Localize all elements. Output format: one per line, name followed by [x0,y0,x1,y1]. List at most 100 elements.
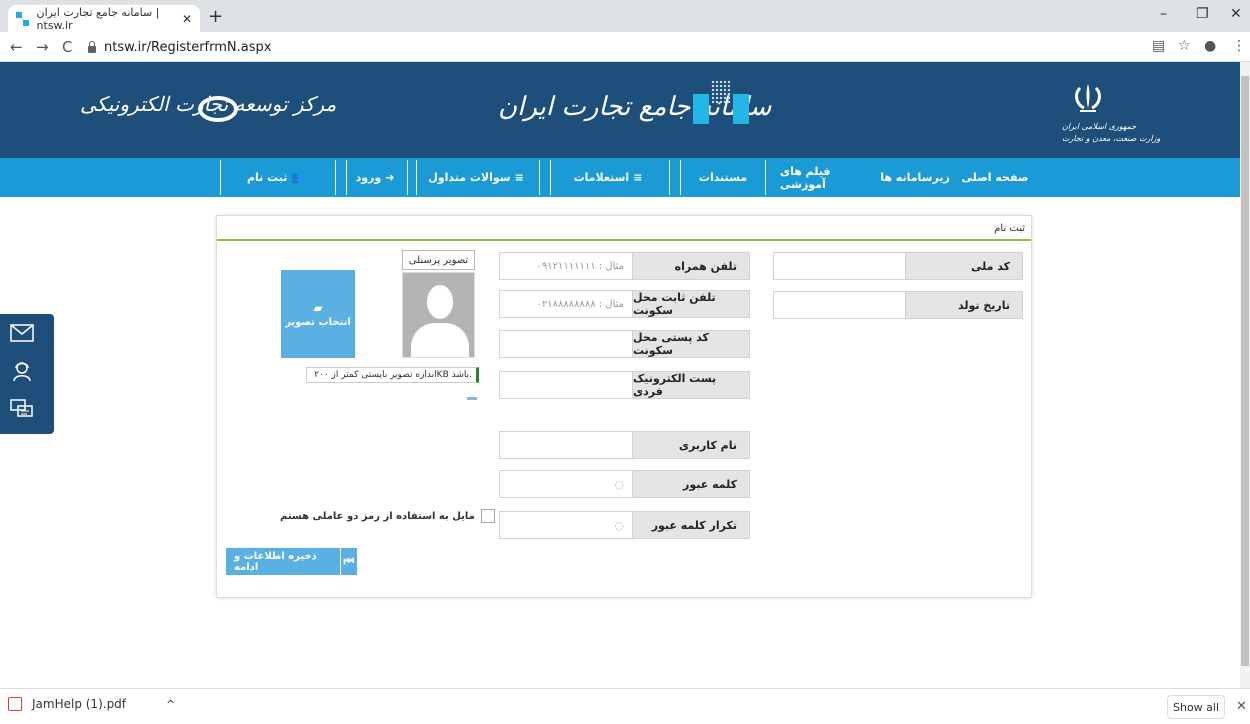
download-filename: JamHelp (1).pdf [32,697,127,711]
nav-subsystems[interactable]: زیرسامانه ها [880,158,950,197]
postal-code-field: کد پستی محل سکونت [499,330,750,358]
password-repeat-input[interactable]: ◌ [499,511,632,539]
save-and-continue-button[interactable]: ذخیره اطلاعات و ادامه ⏮ [226,548,357,575]
password-field: ◌ کلمه عبور [499,470,750,498]
chevron-up-icon[interactable]: ^ [166,698,175,711]
landline-field: مثال : ۰۲۱۸۸۸۸۸۸۸۸ تلفن ثابت محل سکونت [499,290,750,318]
page-scrollbar[interactable] [1240,62,1250,688]
username-input[interactable] [499,431,632,459]
nav-login-label: ورود [355,171,382,184]
browser-tabbar: سامانه جامع تجارت ایران | ntsw.ir ✕ + – … [0,0,1250,32]
eye-slash-icon[interactable]: ◌ [614,478,624,491]
postal-code-label: کد پستی محل سکونت [632,330,750,358]
birth-date-input[interactable] [773,291,905,319]
email-label: پست الکترونیک فردی [632,371,750,399]
show-all-button[interactable]: Show all [1167,695,1225,719]
address-bar: ← → C ntsw.ir/RegisterfrmN.aspx ▤ ☆ ● ⋮ [0,32,1250,62]
eye-slash-icon[interactable]: ◌ [614,519,624,532]
upload-progress-indicator [467,397,477,400]
step-backward-icon: ⏮ [339,548,357,575]
iran-emblem-icon [1075,84,1101,112]
main-nav: صفحه اصلی زیرسامانه ها فیلم های آموزشی م… [0,158,1240,197]
choose-photo-button[interactable]: ▰ انتخاب تصویر [281,270,355,358]
menu-icon[interactable]: ⋮ [1232,38,1246,54]
email-field: پست الکترونیک فردی [499,371,750,399]
landline-input[interactable]: مثال : ۰۲۱۸۸۸۸۸۸۸۸ [499,290,632,318]
emblem-caption-2: وزارت صنعت، معدن و تجارت [1062,134,1161,143]
tab-title: سامانه جامع تجارت ایران | ntsw.ir [36,5,160,32]
password-input[interactable]: ◌ [499,470,632,498]
postal-code-input[interactable] [499,330,632,358]
emblem-caption-1: جمهوری اسلامی ایران [1062,122,1137,131]
birth-date-label: تاریخ تولد [905,291,1023,319]
nav-subsystems-label: زیرسامانه ها [880,171,950,184]
window-close-button[interactable]: ✕ [1230,6,1242,22]
landline-label: تلفن ثابت محل سکونت [632,290,750,318]
support-agent-icon[interactable] [10,360,34,382]
folder-open-icon: ▰ [313,300,323,315]
password-repeat-field: ◌ تکرار کلمه عبور [499,511,750,539]
browser-tab[interactable]: سامانه جامع تجارت ایران | ntsw.ir ✕ [8,5,200,32]
ntsw-logo-icon [693,80,753,130]
url-text: ntsw.ir/RegisterfrmN.aspx [104,39,272,55]
choose-photo-label: انتخاب تصویر [285,316,351,328]
scrollbar-thumb[interactable] [1241,76,1249,666]
site-favicon-icon [16,11,29,26]
nav-inquiries[interactable]: استعلامات ≡ [550,160,670,195]
birth-date-field: تاریخ تولد [773,291,1023,319]
national-code-input[interactable] [773,252,905,280]
two-factor-option: مایل به استفاده از رمز دو عاملی هستم [280,509,495,523]
support-side-panel [0,314,54,434]
url-field[interactable]: ntsw.ir/RegisterfrmN.aspx [88,36,271,58]
mobile-field: مثال : ۰۹۱۲۱۱۱۱۱۱۱ تلفن همراه [499,252,750,280]
sign-in-icon: ➜ [385,171,395,184]
nav-documents-label: مستندات [698,171,748,184]
two-factor-label: مایل به استفاده از رمز دو عاملی هستم [280,510,475,522]
user-plus-icon: 👥 [291,171,306,184]
photo-size-note: اندازه تصویر بایستی کمتر از ۲۰۰KB باشد. [306,367,479,383]
mobile-input[interactable]: مثال : ۰۹۱۲۱۱۱۱۱۱۱ [499,252,632,280]
translate-icon[interactable]: ▤ [1152,38,1165,54]
photo-label: تصویر پرسنلی [402,250,475,270]
nav-training-films[interactable]: فیلم های آموزشی [780,158,870,197]
mail-icon[interactable] [10,322,34,344]
download-bar-close-icon[interactable]: ✕ [1236,699,1247,714]
panel-title: ثبت نام [217,216,1031,241]
restore-button[interactable]: ❐ [1196,6,1209,22]
pdf-file-icon [8,697,22,711]
national-code-label: کد ملی [905,252,1023,280]
minimize-button[interactable]: – [1160,6,1167,22]
profile-icon[interactable]: ● [1204,38,1216,54]
nav-documents[interactable]: مستندات [680,160,766,195]
email-input[interactable] [499,371,632,399]
avatar-placeholder [402,272,475,358]
tab-close-icon[interactable]: ✕ [182,12,192,26]
download-item[interactable]: JamHelp (1).pdf ^ [8,697,175,711]
new-tab-button[interactable]: + [208,6,223,27]
nav-faq[interactable]: سوالات متداول ≡ [416,160,540,195]
nav-register[interactable]: ثبت نام 👥 [220,160,336,195]
reload-button[interactable]: C [62,38,72,56]
password-label: کلمه عبور [632,470,750,498]
nav-register-label: ثبت نام [246,171,288,184]
mobile-label: تلفن همراه [632,252,750,280]
chat-icon[interactable] [10,398,34,420]
nav-home[interactable]: صفحه اصلی [960,158,1030,197]
two-factor-checkbox[interactable] [480,509,495,523]
save-button-label: ذخیره اطلاعات و ادامه [234,550,317,573]
nav-login[interactable]: ورود ➜ [346,160,408,195]
password-repeat-label: تکرار کلمه عبور [632,511,750,539]
menu-bars-icon: ≡ [633,171,643,184]
username-label: نام کاربری [632,431,750,459]
lock-icon [88,40,96,53]
site-header: سامانه جامع تجارت ایران مرکز توسعه تجارت… [0,62,1240,158]
back-button[interactable]: ← [10,38,23,56]
star-icon[interactable]: ☆ [1178,38,1191,54]
nav-home-label: صفحه اصلی [961,171,1029,184]
forward-button[interactable]: → [36,38,49,56]
menu-bars-icon: ≡ [514,171,524,184]
ecommerce-center-logo-icon [198,96,238,122]
download-bar: JamHelp (1).pdf ^ Show all ✕ [0,688,1250,724]
nav-training-films-label: فیلم های آموزشی [780,164,831,191]
username-field: نام کاربری [499,431,750,459]
